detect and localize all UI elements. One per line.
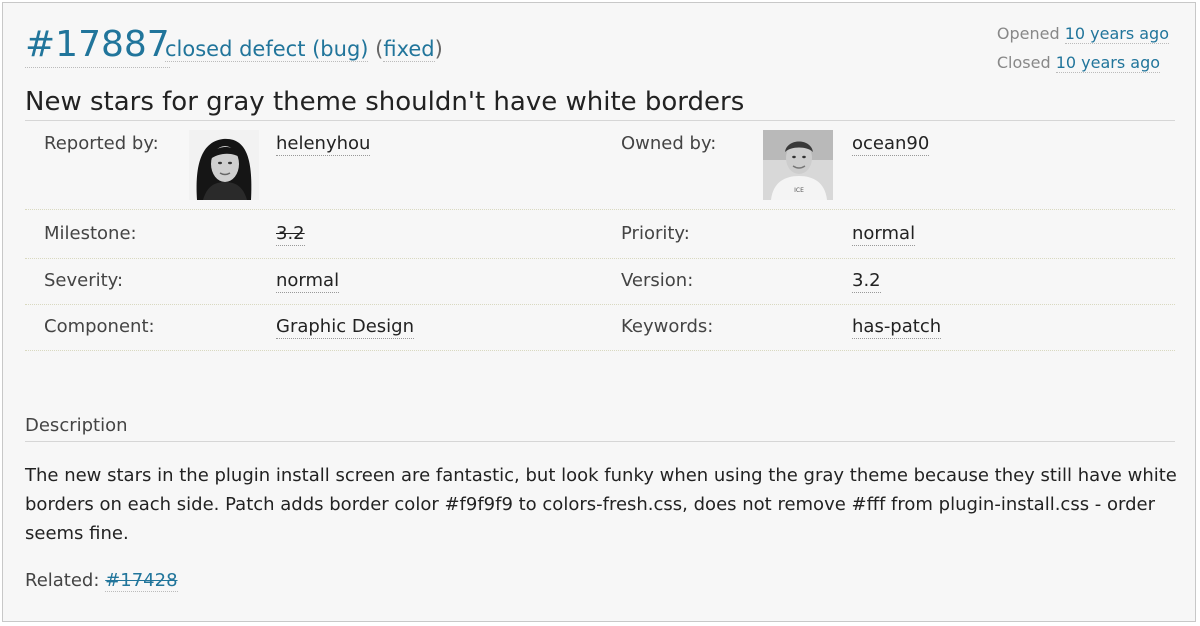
reporter-link[interactable]: helenyhou — [276, 133, 371, 156]
reporter-label: Reported by: — [44, 133, 159, 154]
related-ticket-link[interactable]: #17428 — [105, 570, 178, 592]
related-label: Related: — [25, 570, 100, 591]
severity-link[interactable]: normal — [276, 270, 340, 293]
opened-time-link[interactable]: 10 years ago — [1064, 24, 1169, 44]
milestone-priority-row: Milestone: 3.2 Priority: normal — [25, 210, 1175, 259]
component-link[interactable]: Graphic Design — [276, 316, 414, 339]
description-body: The new stars in the plugin install scre… — [25, 465, 1177, 544]
keywords-link[interactable]: has-patch — [852, 316, 942, 339]
priority-link[interactable]: normal — [852, 223, 916, 246]
opened-row: Opened 10 years ago — [997, 19, 1169, 48]
priority-label: Priority: — [621, 223, 690, 244]
ticket-box: #17887 closed defect (bug) (fixed) Opene… — [2, 2, 1196, 622]
reporter-avatar-image — [189, 130, 259, 200]
milestone-link[interactable]: 3.2 — [276, 223, 305, 246]
ticket-summary: New stars for gray theme shouldn't have … — [25, 87, 745, 117]
keywords-label: Keywords: — [621, 316, 714, 337]
ticket-dates: Opened 10 years ago Closed 10 years ago — [997, 19, 1169, 77]
ticket-status: closed defect (bug) (fixed) — [165, 36, 443, 62]
severity-version-row: Severity: normal Version: 3.2 — [25, 259, 1175, 305]
version-link[interactable]: 3.2 — [852, 270, 881, 293]
status-link[interactable]: closed defect (bug) — [165, 37, 369, 62]
owner-avatar[interactable]: ICE — [763, 130, 833, 200]
description-heading: Description — [25, 413, 1175, 442]
paren-close: ) — [434, 37, 443, 61]
reporter-avatar[interactable] — [189, 130, 259, 200]
resolution-link[interactable]: fixed — [383, 37, 435, 62]
owner-link[interactable]: ocean90 — [852, 133, 930, 156]
closed-row: Closed 10 years ago — [997, 48, 1169, 77]
owner-avatar-image: ICE — [763, 130, 833, 200]
milestone-label: Milestone: — [44, 223, 137, 244]
component-label: Component: — [44, 316, 155, 337]
ticket-id-link[interactable]: #17887 — [25, 23, 170, 68]
component-keywords-row: Component: Graphic Design Keywords: has-… — [25, 305, 1175, 351]
people-row: Reported by: helenyhou Owned by: ICE oce… — [25, 121, 1175, 210]
owner-label: Owned by: — [621, 133, 717, 154]
closed-time-link[interactable]: 10 years ago — [1055, 53, 1161, 73]
related-line: Related: #17428 — [25, 568, 178, 594]
opened-label: Opened — [996, 24, 1060, 43]
version-label: Version: — [621, 270, 694, 291]
severity-label: Severity: — [44, 270, 124, 291]
svg-text:ICE: ICE — [794, 187, 804, 194]
ticket-properties: Reported by: helenyhou Owned by: ICE oce… — [25, 120, 1175, 351]
closed-label: Closed — [996, 53, 1051, 72]
